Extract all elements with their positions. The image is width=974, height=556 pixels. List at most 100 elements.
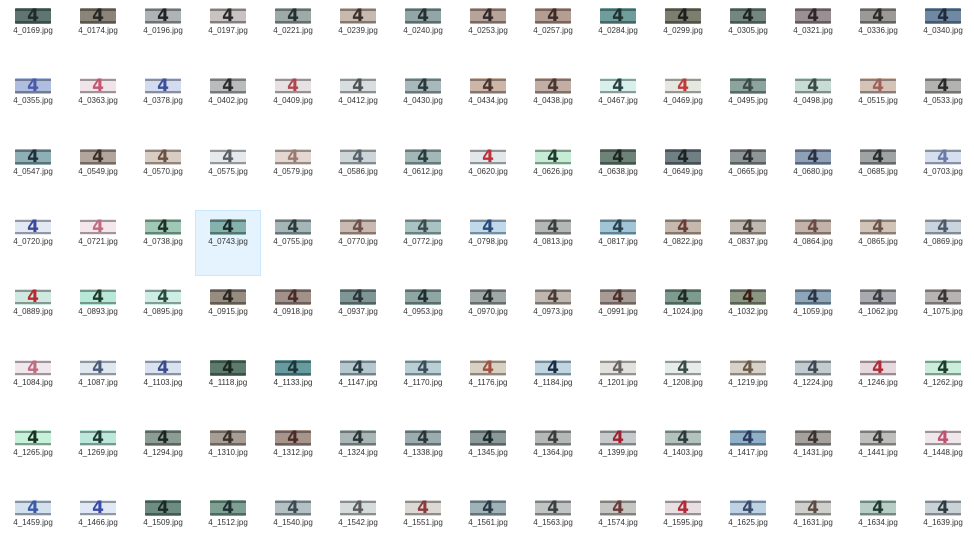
file-item[interactable]: 4 4_0612.jpg (391, 141, 455, 205)
file-item[interactable]: 4 4_0915.jpg (196, 281, 260, 345)
file-item[interactable]: 4 4_1176.jpg (456, 352, 520, 416)
file-item[interactable]: 4 4_1634.jpg (846, 492, 910, 556)
file-item[interactable]: 4 4_1459.jpg (1, 492, 65, 556)
file-item[interactable]: 4 4_1561.jpg (456, 492, 520, 556)
file-item[interactable]: 4 4_0665.jpg (716, 141, 780, 205)
file-item[interactable]: 4 4_1417.jpg (716, 422, 780, 486)
file-item[interactable]: 4 4_1399.jpg (586, 422, 650, 486)
file-item[interactable]: 4 4_1441.jpg (846, 422, 910, 486)
file-item[interactable]: 4 4_1059.jpg (781, 281, 845, 345)
file-item[interactable]: 4 4_0889.jpg (1, 281, 65, 345)
file-item[interactable]: 4 4_0770.jpg (326, 211, 390, 275)
file-item[interactable]: 4 4_0813.jpg (521, 211, 585, 275)
file-item[interactable]: 4 4_1262.jpg (911, 352, 974, 416)
file-item[interactable]: 4 4_1310.jpg (196, 422, 260, 486)
file-item[interactable]: 4 4_0837.jpg (716, 211, 780, 275)
file-item[interactable]: 4 4_0221.jpg (261, 0, 325, 64)
file-item[interactable]: 4 4_0438.jpg (521, 70, 585, 134)
file-item[interactable]: 4 4_0239.jpg (326, 0, 390, 64)
file-item[interactable]: 4 4_1631.jpg (781, 492, 845, 556)
file-item[interactable]: 4 4_0685.jpg (846, 141, 910, 205)
file-item[interactable]: 4 4_0570.jpg (131, 141, 195, 205)
file-item[interactable]: 4 4_1208.jpg (651, 352, 715, 416)
file-item[interactable]: 4 4_0575.jpg (196, 141, 260, 205)
file-item[interactable]: 4 4_1345.jpg (456, 422, 520, 486)
file-item[interactable]: 4 4_1103.jpg (131, 352, 195, 416)
file-item[interactable]: 4 4_0467.jpg (586, 70, 650, 134)
file-item[interactable]: 4 4_1509.jpg (131, 492, 195, 556)
file-item[interactable]: 4 4_0253.jpg (456, 0, 520, 64)
file-item[interactable]: 4 4_1147.jpg (326, 352, 390, 416)
file-item[interactable]: 4 4_0680.jpg (781, 141, 845, 205)
file-item[interactable]: 4 4_0363.jpg (66, 70, 130, 134)
file-item[interactable]: 4 4_0798.jpg (456, 211, 520, 275)
file-item[interactable]: 4 4_0991.jpg (586, 281, 650, 345)
file-item[interactable]: 4 4_0498.jpg (781, 70, 845, 134)
file-item[interactable]: 4 4_0973.jpg (521, 281, 585, 345)
file-item[interactable]: 4 4_0626.jpg (521, 141, 585, 205)
file-item[interactable]: 4 4_1466.jpg (66, 492, 130, 556)
file-item[interactable]: 4 4_0257.jpg (521, 0, 585, 64)
file-item[interactable]: 4 4_1324.jpg (326, 422, 390, 486)
file-item[interactable]: 4 4_0865.jpg (846, 211, 910, 275)
file-item[interactable]: 4 4_0469.jpg (651, 70, 715, 134)
file-item[interactable]: 4 4_0738.jpg (131, 211, 195, 275)
file-item[interactable]: 4 4_0174.jpg (66, 0, 130, 64)
file-item[interactable]: 4 4_1084.jpg (1, 352, 65, 416)
file-item[interactable]: 4 4_0321.jpg (781, 0, 845, 64)
file-item[interactable]: 4 4_0284.jpg (586, 0, 650, 64)
file-item[interactable]: 4 4_0378.jpg (131, 70, 195, 134)
file-item[interactable]: 4 4_0402.jpg (196, 70, 260, 134)
file-item[interactable]: 4 4_1201.jpg (586, 352, 650, 416)
file-item[interactable]: 4 4_0620.jpg (456, 141, 520, 205)
file-item[interactable]: 4 4_0169.jpg (1, 0, 65, 64)
file-item[interactable]: 4 4_0721.jpg (66, 211, 130, 275)
file-item[interactable]: 4 4_0434.jpg (456, 70, 520, 134)
file-item[interactable]: 4 4_0430.jpg (391, 70, 455, 134)
file-item[interactable]: 4 4_0720.jpg (1, 211, 65, 275)
file-item[interactable]: 4 4_1403.jpg (651, 422, 715, 486)
file-item[interactable]: 4 4_0755.jpg (261, 211, 325, 275)
file-item[interactable]: 4 4_1024.jpg (651, 281, 715, 345)
file-item[interactable]: 4 4_1294.jpg (131, 422, 195, 486)
file-item[interactable]: 4 4_1551.jpg (391, 492, 455, 556)
file-item[interactable]: 4 4_0893.jpg (66, 281, 130, 345)
file-item[interactable]: 4 4_1087.jpg (66, 352, 130, 416)
file-item[interactable]: 4 4_0703.jpg (911, 141, 974, 205)
file-item[interactable]: 4 4_1338.jpg (391, 422, 455, 486)
file-item[interactable]: 4 4_1448.jpg (911, 422, 974, 486)
file-item[interactable]: 4 4_1219.jpg (716, 352, 780, 416)
file-item[interactable]: 4 4_1133.jpg (261, 352, 325, 416)
file-item[interactable]: 4 4_0197.jpg (196, 0, 260, 64)
file-item[interactable]: 4 4_0864.jpg (781, 211, 845, 275)
file-item[interactable]: 4 4_0772.jpg (391, 211, 455, 275)
file-item[interactable]: 4 4_1184.jpg (521, 352, 585, 416)
file-item[interactable]: 4 4_0412.jpg (326, 70, 390, 134)
file-item[interactable]: 4 4_0649.jpg (651, 141, 715, 205)
file-item[interactable]: 4 4_0822.jpg (651, 211, 715, 275)
file-item[interactable]: 4 4_1312.jpg (261, 422, 325, 486)
file-item[interactable]: 4 4_1032.jpg (716, 281, 780, 345)
file-item[interactable]: 4 4_1118.jpg (196, 352, 260, 416)
file-item[interactable]: 4 4_0743.jpg (195, 209, 261, 276)
file-item[interactable]: 4 4_0355.jpg (1, 70, 65, 134)
file-item[interactable]: 4 4_0953.jpg (391, 281, 455, 345)
file-item[interactable]: 4 4_0579.jpg (261, 141, 325, 205)
file-item[interactable]: 4 4_1265.jpg (1, 422, 65, 486)
file-item[interactable]: 4 4_0970.jpg (456, 281, 520, 345)
file-item[interactable]: 4 4_0638.jpg (586, 141, 650, 205)
file-item[interactable]: 4 4_0918.jpg (261, 281, 325, 345)
file-item[interactable]: 4 4_0299.jpg (651, 0, 715, 64)
file-item[interactable]: 4 4_0533.jpg (911, 70, 974, 134)
file-item[interactable]: 4 4_0586.jpg (326, 141, 390, 205)
file-item[interactable]: 4 4_0549.jpg (66, 141, 130, 205)
file-item[interactable]: 4 4_0869.jpg (911, 211, 974, 275)
file-item[interactable]: 4 4_0409.jpg (261, 70, 325, 134)
file-item[interactable]: 4 4_1512.jpg (196, 492, 260, 556)
file-item[interactable]: 4 4_1540.jpg (261, 492, 325, 556)
file-item[interactable]: 4 4_1595.jpg (651, 492, 715, 556)
file-item[interactable]: 4 4_0515.jpg (846, 70, 910, 134)
file-item[interactable]: 4 4_1246.jpg (846, 352, 910, 416)
file-item[interactable]: 4 4_0240.jpg (391, 0, 455, 64)
file-item[interactable]: 4 4_1563.jpg (521, 492, 585, 556)
